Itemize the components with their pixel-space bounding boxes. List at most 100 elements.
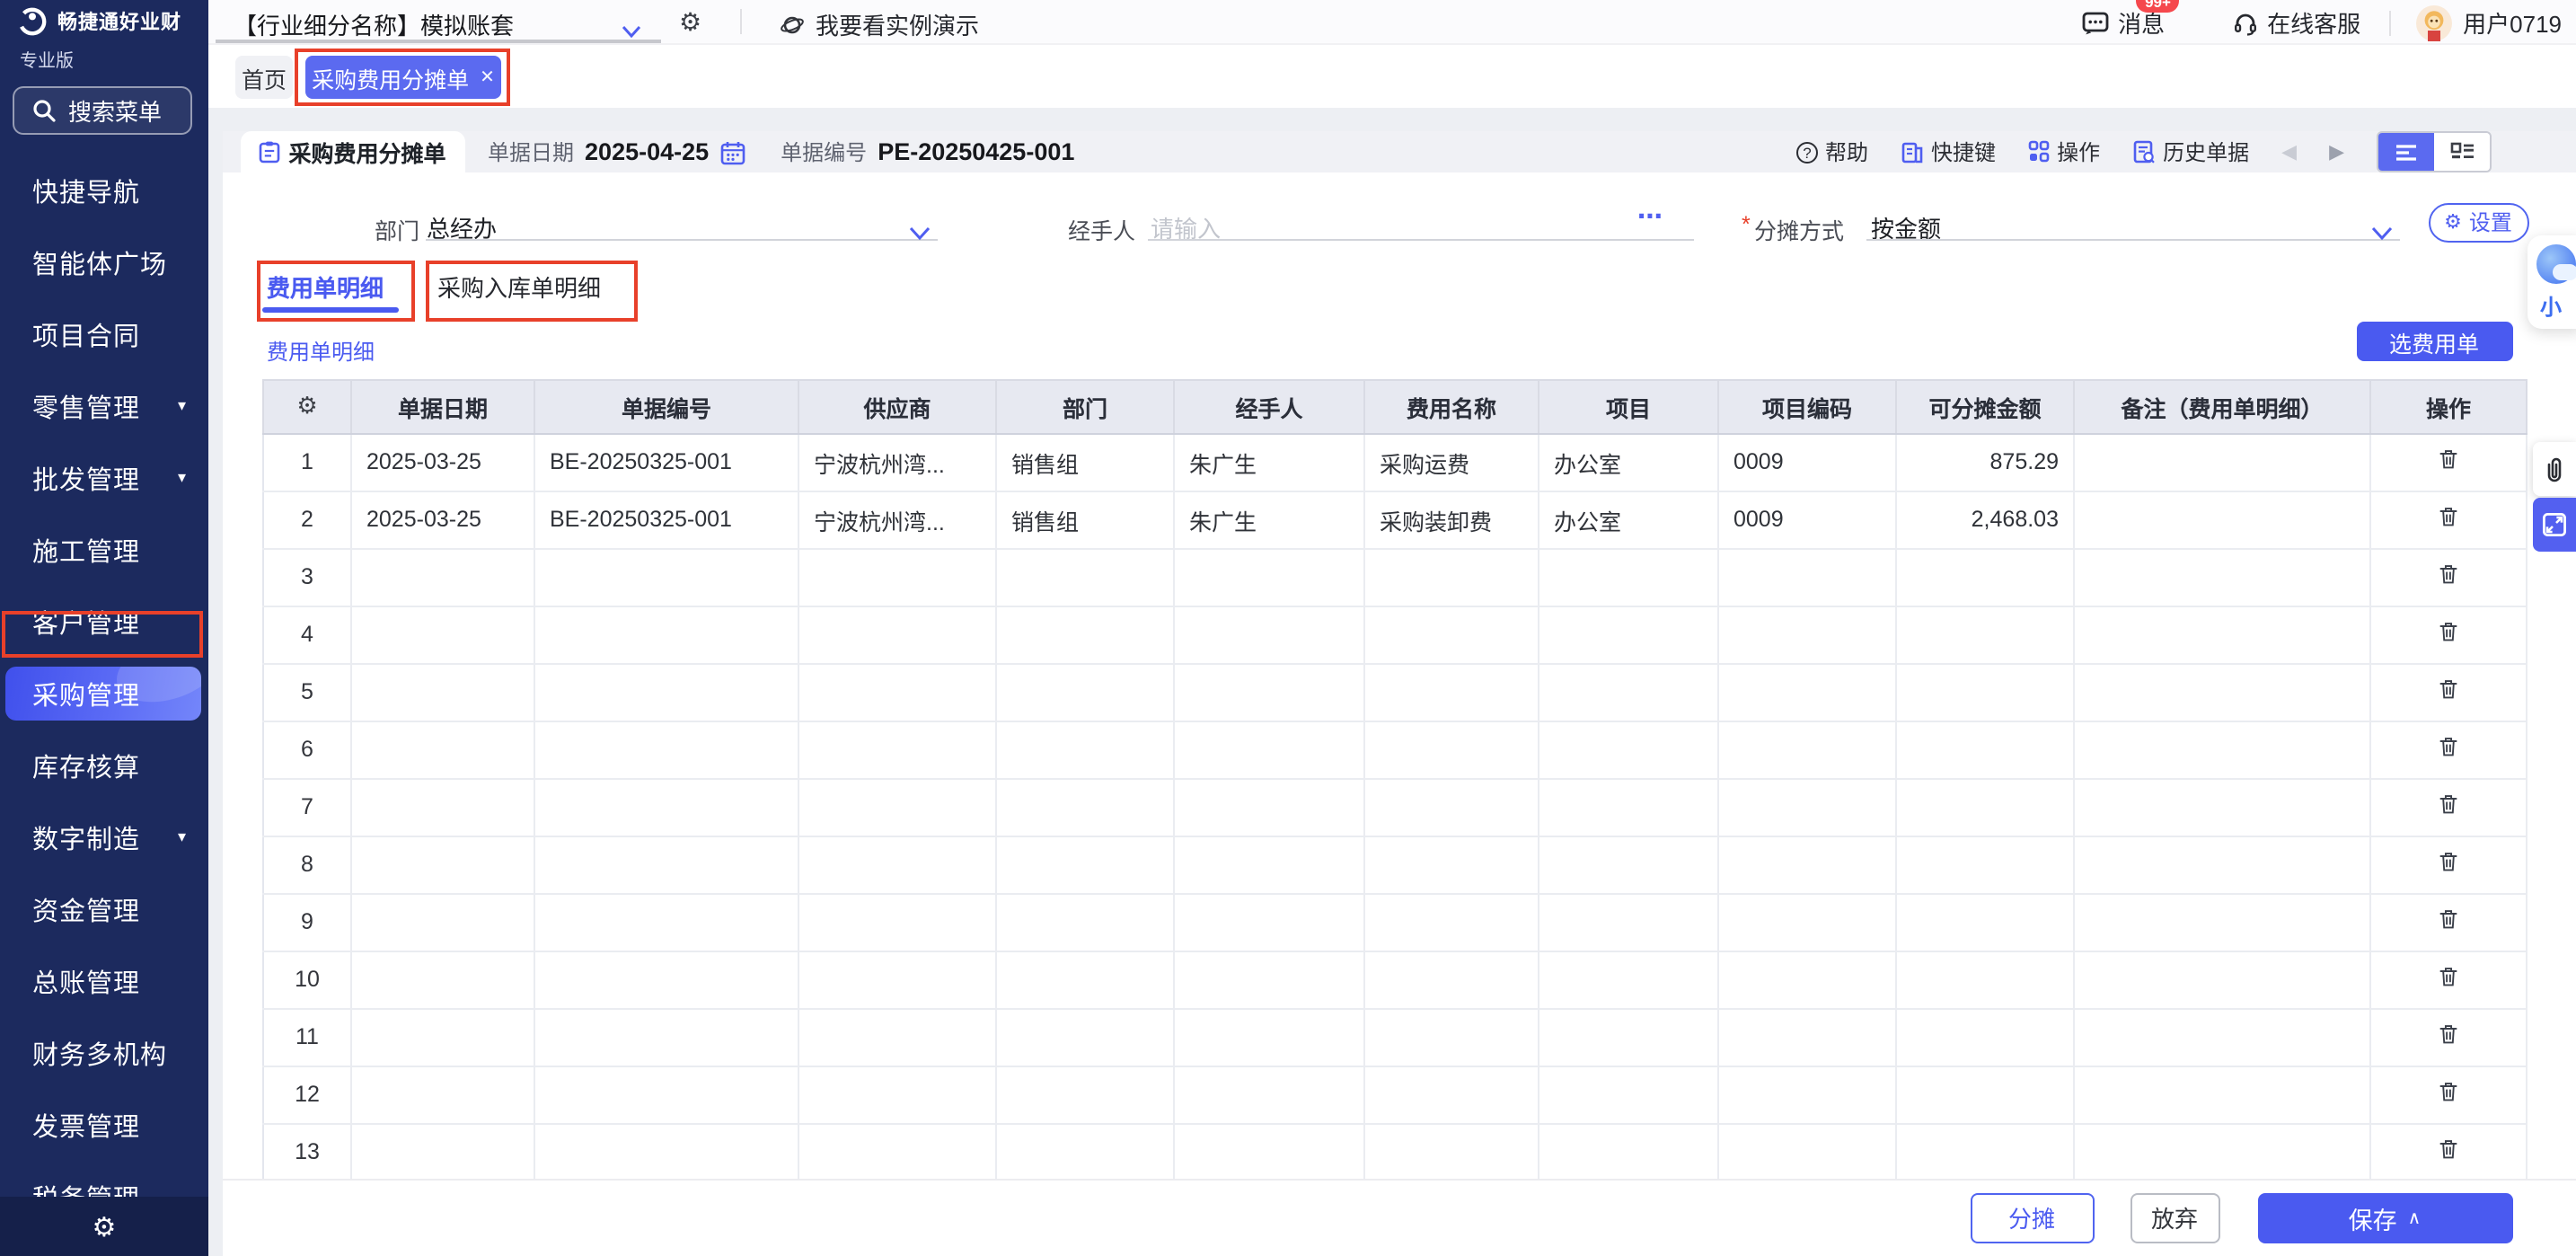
calendar-icon[interactable] (719, 139, 745, 164)
cell-handler[interactable] (1174, 1008, 1364, 1066)
sidebar-item-0[interactable]: 快捷导航 (0, 155, 208, 226)
cell-amount[interactable] (1896, 548, 2074, 606)
allocate-button[interactable]: 分摊 (1970, 1192, 2094, 1243)
cell-project-code[interactable]: 0009 (1718, 491, 1896, 548)
cell-project[interactable] (1539, 836, 1718, 893)
delete-row-button[interactable] (2370, 433, 2527, 491)
cell-dept[interactable] (996, 721, 1174, 778)
cell-handler[interactable] (1174, 778, 1364, 836)
cell-amount[interactable] (1896, 836, 2074, 893)
cell-amount[interactable] (1896, 721, 2074, 778)
cell-doc-no[interactable] (534, 836, 798, 893)
cell-project[interactable]: 办公室 (1539, 491, 1718, 548)
cell-doc-no[interactable] (534, 1123, 798, 1181)
cell-dept[interactable] (996, 1008, 1174, 1066)
cell-supplier[interactable] (798, 778, 996, 836)
cell-project[interactable] (1539, 606, 1718, 663)
account-selector[interactable]: 【行业细分名称】模拟账套 (234, 7, 514, 41)
cell-supplier[interactable] (798, 606, 996, 663)
cell-handler[interactable] (1174, 1123, 1364, 1181)
cell-doc-date[interactable] (351, 951, 534, 1008)
tab-purchase-fee-allocation[interactable]: 采购费用分摊单 ✕ (305, 56, 501, 99)
cell-remark[interactable] (2074, 606, 2370, 663)
tab-home[interactable]: 首页 (235, 56, 293, 99)
cell-doc-date[interactable] (351, 606, 534, 663)
view-list-button[interactable] (2378, 133, 2434, 171)
tab-close-icon[interactable]: ✕ (480, 67, 495, 87)
settings-button[interactable]: ⚙ 设置 (2428, 202, 2528, 242)
cell-supplier[interactable] (798, 1066, 996, 1123)
delete-row-button[interactable] (2370, 606, 2527, 663)
expand-panel-button[interactable] (2533, 498, 2576, 552)
cell-remark[interactable] (2074, 548, 2370, 606)
cell-doc-date[interactable] (351, 778, 534, 836)
history-button[interactable]: 历史单据 (2132, 137, 2249, 167)
cell-dept[interactable] (996, 548, 1174, 606)
sidebar-item-5[interactable]: 施工管理 (0, 514, 208, 586)
cell-handler[interactable] (1174, 836, 1364, 893)
cell-dept[interactable] (996, 1066, 1174, 1123)
cell-handler[interactable] (1174, 1066, 1364, 1123)
cell-supplier[interactable] (798, 548, 996, 606)
cell-doc-no[interactable] (534, 548, 798, 606)
cell-handler[interactable] (1174, 663, 1364, 721)
cell-remark[interactable] (2074, 433, 2370, 491)
cell-handler[interactable]: 朱广生 (1174, 433, 1364, 491)
cell-dept[interactable]: 销售组 (996, 433, 1174, 491)
sidebar-item-12[interactable]: 财务多机构 (0, 1017, 208, 1089)
cell-fee-name[interactable] (1364, 663, 1539, 721)
delete-row-button[interactable] (2370, 951, 2527, 1008)
cell-project-code[interactable] (1718, 721, 1896, 778)
cell-fee-name[interactable] (1364, 1008, 1539, 1066)
cell-dept[interactable] (996, 663, 1174, 721)
cell-remark[interactable] (2074, 1008, 2370, 1066)
cell-fee-name[interactable] (1364, 548, 1539, 606)
cell-project-code[interactable] (1718, 893, 1896, 951)
handler-more-icon[interactable]: ⋯ (1637, 201, 1664, 232)
cell-handler[interactable] (1174, 951, 1364, 1008)
cell-doc-no[interactable] (534, 951, 798, 1008)
cell-doc-date[interactable]: 2025-03-25 (351, 433, 534, 491)
cell-handler[interactable] (1174, 721, 1364, 778)
messages-button[interactable]: 消息 99+ (2082, 5, 2165, 40)
cell-fee-name[interactable]: 采购运费 (1364, 433, 1539, 491)
cell-doc-date[interactable] (351, 663, 534, 721)
cell-fee-name[interactable] (1364, 778, 1539, 836)
dept-chevron-down-icon[interactable] (908, 217, 930, 250)
cell-amount[interactable] (1896, 606, 2074, 663)
method-chevron-down-icon[interactable] (2370, 217, 2392, 250)
cell-amount[interactable] (1896, 893, 2074, 951)
cell-handler[interactable] (1174, 606, 1364, 663)
cell-amount[interactable] (1896, 778, 2074, 836)
delete-row-button[interactable] (2370, 491, 2527, 548)
cell-dept[interactable]: 销售组 (996, 491, 1174, 548)
cell-project[interactable]: 办公室 (1539, 433, 1718, 491)
cell-remark[interactable] (2074, 893, 2370, 951)
cell-doc-no[interactable]: BE-20250325-001 (534, 433, 798, 491)
demo-link[interactable]: 我要看实例演示 (780, 7, 979, 41)
cell-supplier[interactable] (798, 721, 996, 778)
sidebar-item-9[interactable]: 数字制造▾ (0, 801, 208, 873)
cell-doc-no[interactable] (534, 893, 798, 951)
sidebar-item-2[interactable]: 项目合同 (0, 298, 208, 370)
cell-amount[interactable] (1896, 1008, 2074, 1066)
cell-supplier[interactable] (798, 1123, 996, 1181)
tab-fee-detail[interactable]: 费用单明细 (267, 270, 384, 304)
cell-handler[interactable] (1174, 548, 1364, 606)
cell-fee-name[interactable] (1364, 836, 1539, 893)
delete-row-button[interactable] (2370, 836, 2527, 893)
cell-doc-date[interactable] (351, 1008, 534, 1066)
cell-project-code[interactable]: 0009 (1718, 433, 1896, 491)
cell-amount[interactable]: 875.29 (1896, 433, 2074, 491)
sidebar-item-7[interactable]: 采购管理 (0, 658, 208, 730)
delete-row-button[interactable] (2370, 778, 2527, 836)
cell-project-code[interactable] (1718, 606, 1896, 663)
cell-project[interactable] (1539, 548, 1718, 606)
cell-project[interactable] (1539, 721, 1718, 778)
tab-inbound-detail[interactable]: 采购入库单明细 (437, 270, 601, 304)
cell-project-code[interactable] (1718, 1008, 1896, 1066)
cell-remark[interactable] (2074, 721, 2370, 778)
cell-doc-no[interactable] (534, 663, 798, 721)
next-doc-icon[interactable]: ▶ (2329, 140, 2344, 164)
save-button[interactable]: 保存 ∧ (2257, 1192, 2512, 1243)
